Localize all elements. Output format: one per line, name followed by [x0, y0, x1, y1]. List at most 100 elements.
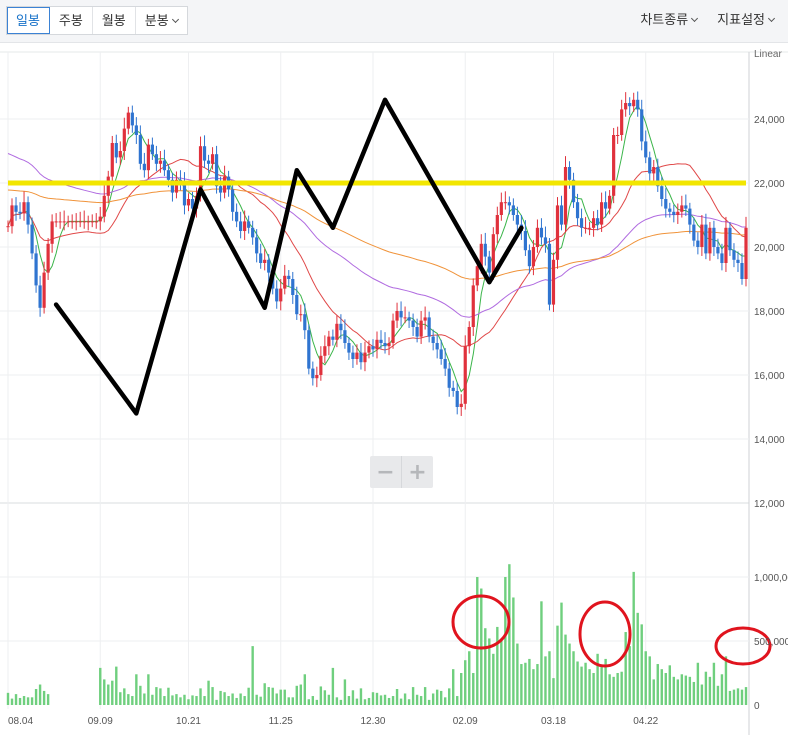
candle-body	[728, 227, 732, 251]
candle-body	[732, 250, 736, 260]
candle-body	[700, 224, 704, 247]
candle-body	[503, 202, 507, 204]
candle-body	[347, 343, 351, 353]
tab-daily[interactable]: 일봉	[7, 7, 50, 34]
volume-bar	[211, 687, 214, 705]
candle-body	[259, 253, 263, 263]
candle-body	[579, 218, 584, 228]
date-tick-label: 02.09	[453, 716, 478, 727]
volume-bar	[427, 699, 431, 705]
volume-bar	[323, 690, 327, 705]
volume-bar	[688, 676, 692, 705]
price-volume-chart[interactable]: Linear 24,000 22,000 20,000 18,000 16,000 14,0…	[0, 43, 788, 735]
candle-body	[736, 259, 740, 263]
volume-bar	[423, 687, 427, 705]
volume-bar	[415, 694, 419, 705]
volume-bar	[724, 656, 728, 705]
candle-body	[42, 272, 46, 308]
volume-bar	[247, 687, 250, 705]
volume-bar	[227, 696, 230, 705]
zoom-in-button[interactable]: +	[401, 456, 433, 488]
volume-bar	[456, 696, 459, 705]
candle-body	[391, 320, 395, 343]
volume-bar	[732, 689, 736, 705]
volume-bar	[175, 694, 178, 705]
candle-body	[90, 221, 94, 223]
candle-body	[202, 146, 207, 161]
candle-body	[543, 237, 548, 244]
volume-bar	[251, 646, 254, 705]
volume-bar	[580, 666, 583, 705]
candle-body	[507, 202, 511, 206]
price-tick-label: 18,000	[754, 307, 785, 318]
indicator-settings-button[interactable]: 지표설정	[717, 6, 776, 34]
tab-monthly[interactable]: 월봉	[93, 7, 136, 34]
volume-bar	[363, 699, 367, 705]
volume-bar	[327, 694, 331, 705]
candle-body	[383, 343, 387, 347]
candle-body	[46, 243, 50, 273]
volume-bar	[600, 665, 603, 705]
candle-body	[431, 336, 435, 343]
candle-body	[604, 202, 608, 209]
candle-body	[696, 240, 700, 247]
candle-body	[551, 259, 556, 305]
volume-bar	[127, 694, 130, 705]
candle-body	[451, 387, 455, 391]
volume-bar	[343, 679, 347, 705]
date-tick-label: 03.18	[541, 716, 566, 727]
volume-bar	[660, 669, 663, 705]
candle-body	[210, 154, 215, 164]
candle-body	[620, 109, 624, 135]
volume-bar	[367, 697, 371, 705]
candle-body	[591, 218, 596, 228]
candle-body	[640, 109, 644, 142]
volume-bar	[419, 696, 423, 705]
candle-body	[291, 279, 295, 295]
volume-bar	[636, 612, 639, 705]
price-tick-label: 22,000	[754, 179, 785, 190]
volume-bar	[612, 676, 615, 705]
candle-body	[283, 275, 287, 289]
volume-bar	[496, 626, 499, 705]
candle-body	[616, 135, 620, 136]
volume-bar	[508, 564, 511, 705]
candle-body	[403, 317, 407, 319]
zoom-control: − +	[370, 456, 433, 488]
volume-highlight-circle	[578, 600, 632, 668]
candle-body	[343, 330, 347, 343]
candle-body	[624, 103, 628, 110]
candle-body	[399, 311, 403, 318]
candle-body	[351, 352, 355, 359]
chart-type-button[interactable]: 차트종류	[640, 6, 699, 34]
volume-bar	[187, 699, 190, 705]
candle-body	[26, 202, 30, 225]
volume-bar	[484, 628, 487, 705]
volume-bar	[620, 671, 623, 705]
candle-body	[158, 160, 163, 164]
volume-bar	[544, 656, 547, 705]
volume-bar	[319, 686, 323, 705]
volume-bar	[143, 693, 146, 705]
candle-body	[22, 202, 26, 214]
volume-bar	[351, 690, 355, 705]
candle-body	[319, 355, 323, 375]
volume-bar	[616, 673, 619, 705]
volume-bar	[512, 597, 515, 705]
candle-body	[74, 221, 78, 223]
volume-bar	[668, 665, 671, 705]
tab-minute[interactable]: 분봉	[136, 7, 187, 34]
volume-bar	[135, 674, 138, 705]
candle-body	[94, 221, 98, 223]
tab-weekly[interactable]: 주봉	[50, 7, 93, 34]
candle-body	[206, 160, 211, 164]
volume-bar	[664, 673, 667, 705]
candle-body	[407, 317, 411, 321]
volume-bar	[107, 684, 110, 705]
volume-bar	[672, 676, 676, 705]
volume-bar	[407, 699, 411, 705]
candle-body	[355, 352, 359, 359]
candle-body	[66, 221, 70, 223]
volume-bar	[676, 679, 680, 705]
zoom-out-button[interactable]: −	[370, 456, 401, 488]
